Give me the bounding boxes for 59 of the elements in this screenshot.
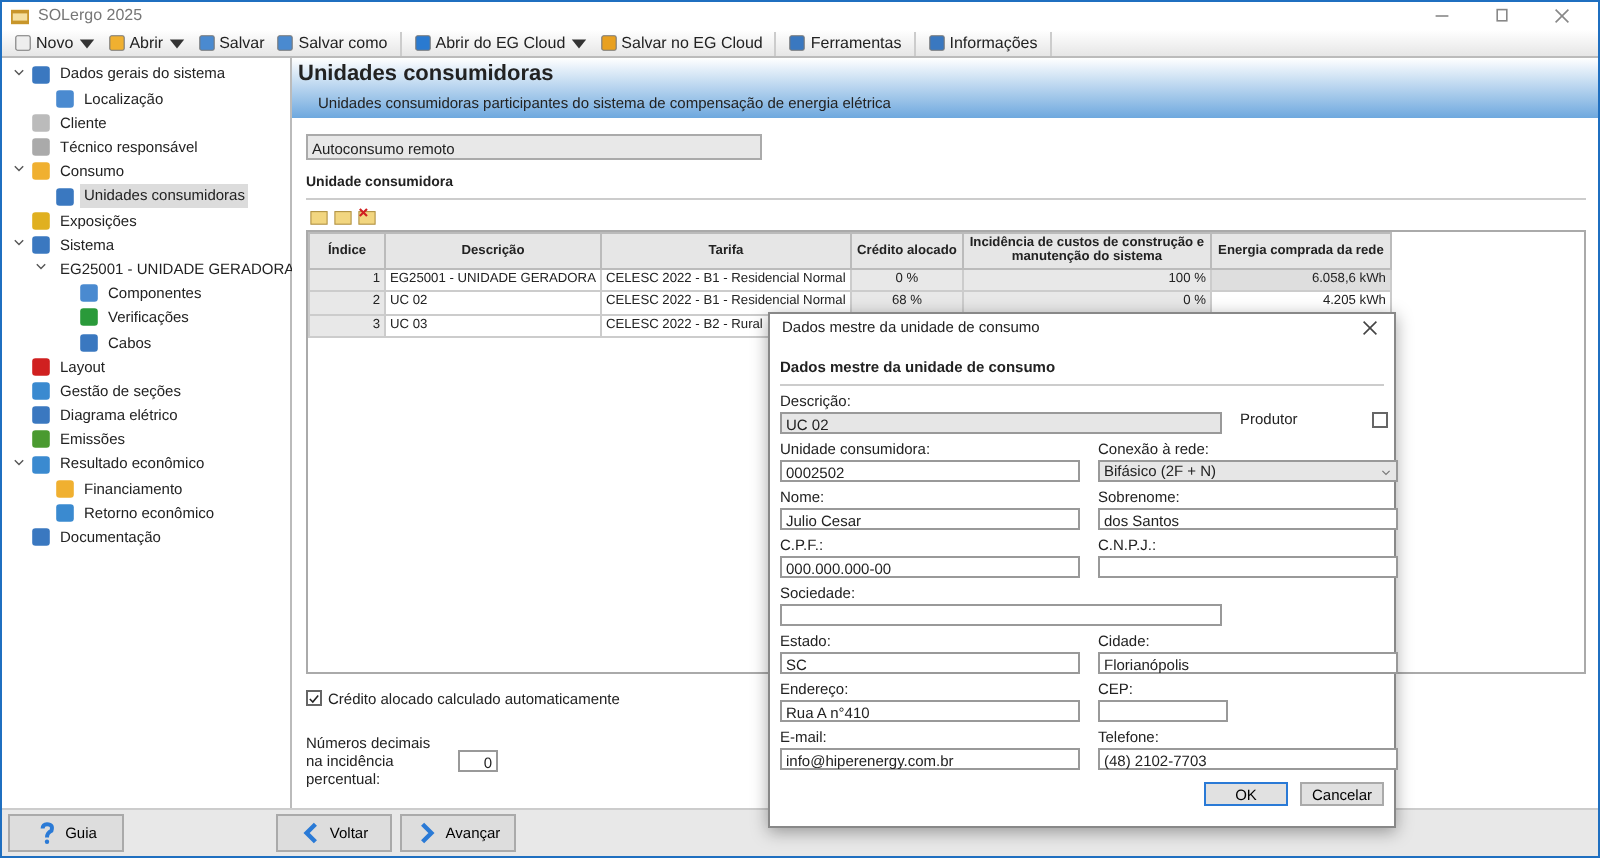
tree-node-icon — [30, 233, 52, 256]
toolbar-button[interactable]: Novo — [8, 31, 102, 55]
toolbar-icon — [14, 34, 32, 52]
tree-node-icon — [54, 185, 76, 208]
toolbar-icon — [276, 34, 295, 52]
tree-node-icon — [30, 209, 52, 232]
page-title: Unidades consumidoras — [298, 62, 556, 89]
help-icon — [35, 822, 58, 844]
maximize-icon — [1494, 8, 1510, 24]
toolbar-button[interactable]: Ferramentas — [782, 31, 908, 55]
close-icon — [1554, 8, 1570, 24]
caret-icon — [77, 34, 96, 52]
window-title: SOLergo 2025 — [38, 4, 143, 28]
tree-node-icon — [30, 63, 52, 86]
caret-icon — [167, 34, 186, 52]
tree-node-icon — [30, 380, 52, 403]
toolbar-button[interactable]: Abrir — [101, 31, 192, 55]
delete-folder-icon[interactable] — [358, 207, 376, 225]
caret-icon — [1380, 465, 1392, 478]
tree-node-icon — [30, 136, 52, 159]
tree-node-icon — [30, 355, 52, 378]
copy-folder-icon[interactable] — [334, 207, 352, 225]
collapse-chevron-icon[interactable] — [11, 162, 25, 177]
tree-node-icon — [30, 526, 52, 549]
close-icon — [1362, 319, 1378, 336]
toolbar-button[interactable]: Salvar como — [270, 31, 394, 55]
collapse-chevron-icon[interactable] — [11, 65, 25, 80]
caret-icon — [569, 34, 588, 52]
input-field[interactable] — [780, 604, 1222, 627]
tree-node-icon — [30, 453, 52, 476]
app-logo-icon — [10, 7, 30, 25]
toolbar-icon — [197, 34, 216, 52]
toolbar-icon — [788, 34, 807, 52]
toolbar-button[interactable]: Salvar — [191, 31, 271, 55]
add-folder-icon[interactable] — [310, 207, 328, 225]
checkbox[interactable] — [306, 690, 322, 707]
tree-node-icon — [78, 282, 100, 305]
checkbox[interactable] — [1371, 411, 1388, 428]
collapse-chevron-icon[interactable] — [11, 455, 25, 470]
toolbar-button[interactable]: Abrir do EG Cloud — [407, 31, 594, 55]
tree-node-icon — [78, 331, 100, 354]
tree-node-icon — [54, 501, 76, 524]
toolbar-icon — [599, 34, 618, 52]
tree-node-icon — [54, 87, 76, 110]
tree-node-icon — [30, 404, 52, 427]
tree-node-icon — [78, 306, 100, 329]
toolbar-icon — [413, 34, 432, 52]
input-field[interactable] — [1098, 556, 1398, 579]
tree-node-icon — [54, 477, 76, 500]
toolbar-icon — [927, 34, 946, 52]
collapse-chevron-icon[interactable] — [11, 235, 25, 250]
tree-node-icon — [30, 428, 52, 451]
toolbar-button[interactable]: Salvar no EG Cloud — [593, 31, 769, 55]
tree-node-icon — [30, 160, 52, 183]
tree-node-icon — [30, 111, 52, 134]
toolbar-icon — [107, 34, 126, 52]
toolbar-button[interactable]: Informações — [921, 31, 1044, 55]
collapse-chevron-icon[interactable] — [34, 260, 48, 275]
input-field[interactable] — [1098, 700, 1228, 723]
